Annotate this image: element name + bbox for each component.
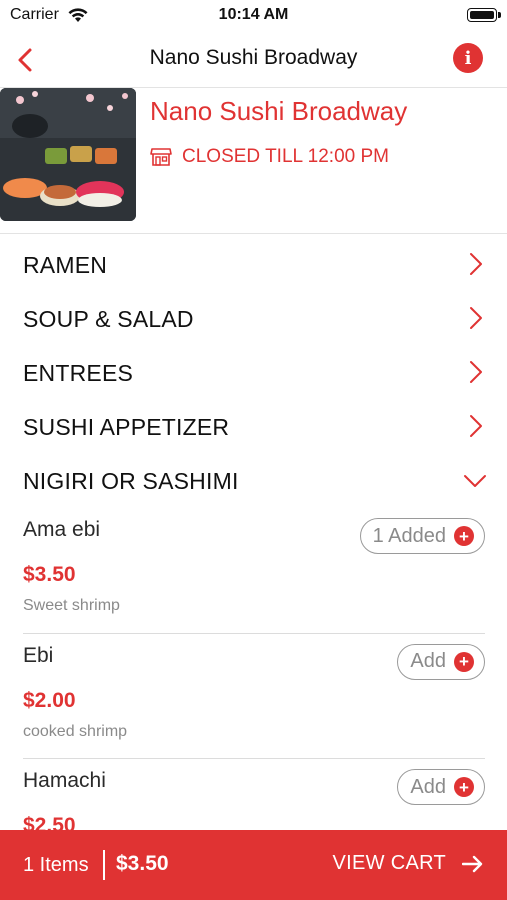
add-button[interactable]: 1 Added + [359, 518, 485, 554]
item-description: Sweet shrimp [23, 597, 120, 614]
add-button-label: Add [410, 650, 446, 672]
page-title: Nano Sushi Broadway [149, 46, 358, 69]
item-price: $2.00 [23, 688, 76, 712]
category-label: SUSHI APPETIZER [23, 414, 230, 440]
info-icon: i [464, 47, 472, 69]
item-price: $2.50 [23, 814, 76, 830]
view-cart-label: VIEW CART [332, 852, 446, 874]
restaurant-status: CLOSED TILL 12:00 PM [150, 146, 389, 168]
cart-item-count: 1 Items [23, 854, 89, 876]
chevron-right-icon [470, 253, 482, 275]
chevron-right-icon [470, 307, 482, 329]
menu-item[interactable]: Hamachi $2.50 Add + [23, 759, 485, 830]
item-price: $3.50 [23, 563, 76, 586]
category-nigiri-sashimi[interactable]: NIGIRI OR SASHIMI [0, 454, 507, 508]
item-description: cooked shrimp [23, 722, 128, 740]
view-cart-bar[interactable]: 1 Items $3.50 VIEW CART [0, 830, 507, 900]
chevron-right-icon [470, 361, 482, 383]
category-sushi-appetizer[interactable]: SUSHI APPETIZER [0, 400, 507, 454]
item-name: Ama ebi [23, 518, 101, 541]
cart-total: $3.50 [116, 852, 169, 875]
navigation-bar: Nano Sushi Broadway i [0, 32, 507, 88]
storefront-icon [150, 148, 172, 166]
menu-item[interactable]: Ebi $2.00 cooked shrimp Add + [23, 634, 485, 759]
arrow-right-icon [462, 855, 483, 872]
info-button[interactable]: i [453, 43, 483, 73]
status-time: 10:14 AM [218, 6, 289, 23]
add-button[interactable]: Add + [397, 769, 485, 805]
add-button-label: 1 Added [372, 524, 446, 547]
category-label: NIGIRI OR SASHIMI [23, 468, 239, 494]
category-ramen[interactable]: RAMEN [0, 238, 507, 292]
plus-icon: + [454, 777, 474, 797]
plus-icon: + [454, 526, 474, 546]
chevron-down-icon [464, 475, 486, 487]
restaurant-header: Nano Sushi Broadway CLOSED TILL 12:00 PM [0, 88, 507, 234]
category-list: RAMEN SOUP & SALAD ENTREES SUSHI APPETIZ… [0, 238, 507, 508]
item-name: Hamachi [23, 769, 106, 792]
category-label: SOUP & SALAD [23, 306, 194, 332]
category-label: RAMEN [23, 252, 108, 278]
add-button[interactable]: Add + [397, 643, 485, 680]
plus-icon: + [454, 651, 474, 672]
restaurant-photo [0, 88, 136, 221]
menu-item[interactable]: Ama ebi $3.50 Sweet shrimp 1 Added + [23, 508, 485, 634]
cart-divider [103, 850, 105, 880]
category-soup-salad[interactable]: SOUP & SALAD [0, 292, 507, 346]
status-text: CLOSED TILL 12:00 PM [182, 146, 389, 167]
category-entrees[interactable]: ENTREES [0, 346, 507, 400]
status-bar: Carrier 10:14 AM [0, 0, 507, 32]
view-cart-button[interactable]: VIEW CART [333, 852, 484, 875]
item-name: Ebi [23, 643, 54, 667]
add-button-label: Add [410, 775, 446, 798]
battery-icon [467, 8, 501, 22]
restaurant-name: Nano Sushi Broadway [150, 96, 408, 126]
category-label: ENTREES [23, 360, 134, 386]
menu-item-list: Ama ebi $3.50 Sweet shrimp 1 Added + Ebi… [0, 508, 507, 830]
chevron-right-icon [470, 415, 482, 437]
